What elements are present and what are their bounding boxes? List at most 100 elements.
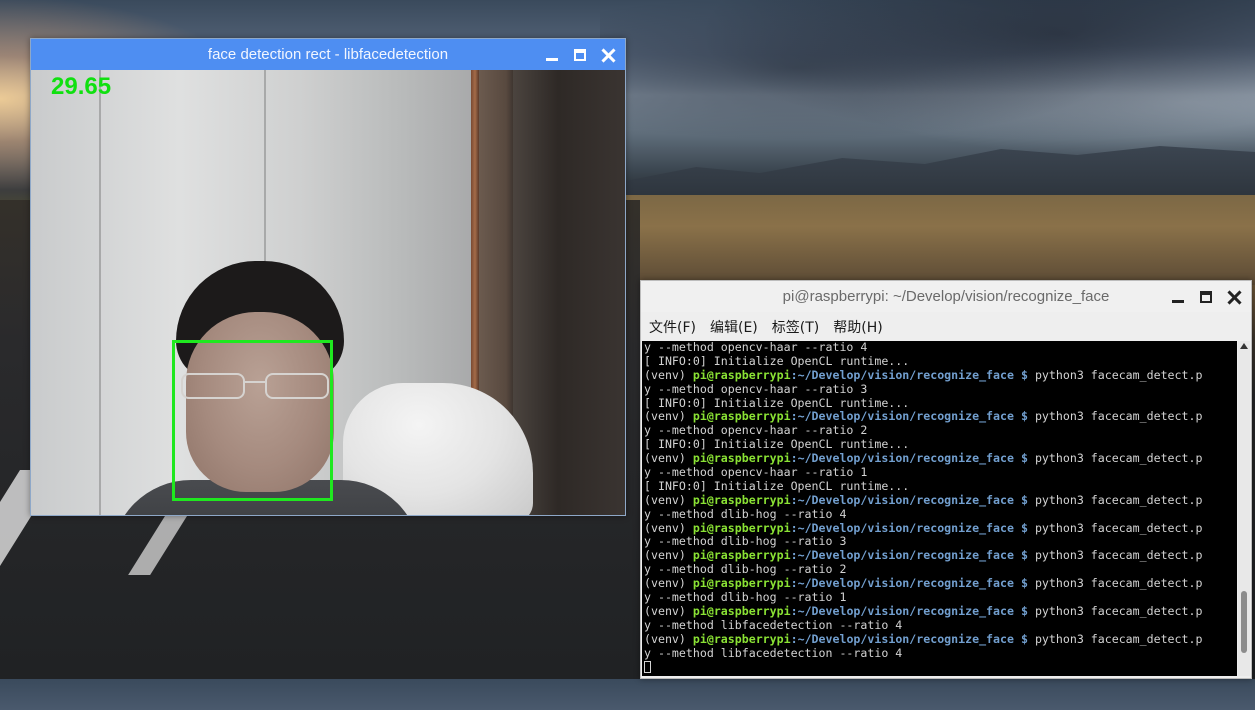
terminal-window-titlebar[interactable]: pi@raspberrypi: ~/Develop/vision/recogni… bbox=[641, 281, 1251, 312]
terminal-output[interactable]: y --method opencv-haar --ratio 4[ INFO:0… bbox=[642, 341, 1237, 676]
maximize-icon[interactable] bbox=[1197, 288, 1215, 306]
terminal-output-text: y --method opencv-haar --ratio 4 bbox=[644, 341, 868, 354]
prompt-venv: (venv) bbox=[644, 631, 693, 646]
terminal-output-text: y --method libfacedetection --ratio 4 bbox=[644, 645, 903, 660]
terminal-output-text: [ INFO:0] Initialize OpenCL runtime... bbox=[644, 478, 910, 493]
fps-counter: 29.65 bbox=[51, 73, 112, 100]
terminal-line: y --method dlib-hog --ratio 1 bbox=[644, 590, 1237, 605]
terminal-line: (venv) pi@raspberrypi:~/Develop/vision/r… bbox=[644, 631, 1237, 647]
prompt-user: pi@raspberrypi bbox=[692, 548, 791, 563]
close-icon[interactable] bbox=[1225, 288, 1243, 306]
prompt-path: ~/Develop/vision/recognize_face bbox=[797, 367, 1014, 382]
prompt-user: pi@raspberrypi bbox=[692, 576, 791, 591]
minimize-icon[interactable] bbox=[1169, 288, 1187, 306]
terminal-line: y --method libfacedetection --ratio 4 bbox=[644, 645, 1237, 661]
terminal-line: [ INFO:0] Initialize OpenCL runtime... bbox=[644, 353, 1237, 369]
wallpaper-clouds bbox=[600, 0, 1255, 170]
prompt-venv: (venv) bbox=[644, 367, 693, 382]
prompt-symbol: $ bbox=[1013, 409, 1035, 424]
terminal-line: (venv) pi@raspberrypi:~/Develop/vision/r… bbox=[644, 603, 1237, 619]
terminal-line: [ INFO:0] Initialize OpenCL runtime... bbox=[644, 395, 1237, 411]
camera-window[interactable]: face detection rect - libfacedetection 2… bbox=[30, 38, 626, 516]
terminal-line bbox=[644, 660, 1237, 674]
prompt-user: pi@raspberrypi bbox=[692, 451, 791, 466]
terminal-line: (venv) pi@raspberrypi:~/Develop/vision/r… bbox=[644, 548, 1237, 563]
camera-window-controls bbox=[543, 39, 617, 70]
scroll-up-icon[interactable] bbox=[1240, 343, 1248, 349]
terminal-line: (venv) pi@raspberrypi:~/Develop/vision/r… bbox=[644, 367, 1237, 383]
prompt-venv: (venv) bbox=[644, 409, 693, 424]
prompt-command: python3 facecam_detect.p bbox=[1034, 576, 1203, 591]
terminal-line: y --method opencv-haar --ratio 2 bbox=[644, 423, 1237, 438]
menu-help[interactable]: 帮助(H) bbox=[833, 317, 882, 337]
prompt-user: pi@raspberrypi bbox=[692, 492, 791, 507]
terminal-output-text: [ INFO:0] Initialize OpenCL runtime... bbox=[644, 353, 910, 368]
prompt-path: ~/Develop/vision/recognize_face bbox=[797, 548, 1014, 563]
prompt-user: pi@raspberrypi bbox=[692, 367, 791, 382]
terminal-line: (venv) pi@raspberrypi:~/Develop/vision/r… bbox=[644, 520, 1237, 536]
prompt-command: python3 facecam_detect.p bbox=[1034, 520, 1203, 535]
terminal-line: (venv) pi@raspberrypi:~/Develop/vision/r… bbox=[644, 576, 1237, 591]
terminal-line: y --method dlib-hog --ratio 3 bbox=[644, 535, 1237, 549]
prompt-symbol: $ bbox=[1013, 367, 1035, 382]
wall-seam bbox=[99, 70, 101, 515]
prompt-venv: (venv) bbox=[644, 576, 693, 591]
prompt-user: pi@raspberrypi bbox=[692, 520, 791, 535]
prompt-path: ~/Develop/vision/recognize_face bbox=[797, 576, 1014, 591]
prompt-symbol: $ bbox=[1013, 492, 1035, 507]
terminal-output-text: y --method opencv-haar --ratio 2 bbox=[644, 423, 868, 438]
camera-video-frame: 29.65 bbox=[31, 70, 625, 515]
prompt-venv: (venv) bbox=[644, 520, 693, 535]
prompt-path: ~/Develop/vision/recognize_face bbox=[797, 631, 1014, 646]
prompt-symbol: $ bbox=[1013, 520, 1035, 535]
terminal-line: (venv) pi@raspberrypi:~/Develop/vision/r… bbox=[644, 410, 1237, 424]
prompt-symbol: $ bbox=[1013, 603, 1035, 618]
prompt-venv: (venv) bbox=[644, 603, 693, 618]
prompt-command: python3 facecam_detect.p bbox=[1034, 451, 1203, 466]
terminal-window-title: pi@raspberrypi: ~/Develop/vision/recogni… bbox=[782, 288, 1110, 305]
terminal-window-controls bbox=[1169, 281, 1243, 312]
terminal-line: [ INFO:0] Initialize OpenCL runtime... bbox=[644, 437, 1237, 452]
prompt-colon: : bbox=[790, 492, 798, 507]
terminal-output-text: y --method libfacedetection --ratio 4 bbox=[644, 617, 903, 632]
terminal-line: (venv) pi@raspberrypi:~/Develop/vision/r… bbox=[644, 492, 1237, 508]
prompt-command: python3 facecam_detect.p bbox=[1034, 548, 1203, 563]
prompt-path: ~/Develop/vision/recognize_face bbox=[797, 409, 1014, 424]
terminal-scrollbar[interactable] bbox=[1238, 341, 1250, 676]
wallpaper-field bbox=[620, 195, 1255, 285]
menu-file[interactable]: 文件(F) bbox=[649, 317, 696, 337]
terminal-line: y --method opencv-haar --ratio 4 bbox=[644, 341, 1237, 355]
prompt-colon: : bbox=[790, 631, 798, 646]
maximize-icon[interactable] bbox=[571, 46, 589, 64]
prompt-user: pi@raspberrypi bbox=[692, 631, 791, 646]
terminal-output-text: y --method dlib-hog --ratio 2 bbox=[644, 562, 847, 577]
face-detection-rect bbox=[172, 340, 333, 501]
menu-tabs[interactable]: 标签(T) bbox=[772, 317, 819, 337]
terminal-window[interactable]: pi@raspberrypi: ~/Develop/vision/recogni… bbox=[640, 280, 1252, 679]
camera-window-title: face detection rect - libfacedetection bbox=[207, 46, 449, 63]
prompt-colon: : bbox=[790, 548, 798, 563]
terminal-output-text: [ INFO:0] Initialize OpenCL runtime... bbox=[644, 395, 910, 410]
prompt-colon: : bbox=[790, 367, 798, 382]
terminal-menubar: 文件(F) 编辑(E) 标签(T) 帮助(H) bbox=[641, 314, 1251, 340]
minimize-icon[interactable] bbox=[543, 46, 561, 64]
prompt-path: ~/Develop/vision/recognize_face bbox=[797, 520, 1014, 535]
terminal-output-text: y --method dlib-hog --ratio 3 bbox=[644, 534, 847, 549]
prompt-command: python3 facecam_detect.p bbox=[1034, 603, 1203, 618]
prompt-venv: (venv) bbox=[644, 548, 693, 563]
prompt-command: python3 facecam_detect.p bbox=[1034, 631, 1203, 646]
prompt-user: pi@raspberrypi bbox=[692, 409, 791, 424]
prompt-command: python3 facecam_detect.p bbox=[1034, 492, 1203, 507]
menu-edit[interactable]: 编辑(E) bbox=[710, 317, 758, 337]
prompt-symbol: $ bbox=[1013, 631, 1035, 646]
prompt-path: ~/Develop/vision/recognize_face bbox=[797, 492, 1014, 507]
close-icon[interactable] bbox=[599, 46, 617, 64]
camera-window-titlebar[interactable]: face detection rect - libfacedetection bbox=[31, 39, 625, 70]
prompt-colon: : bbox=[790, 576, 798, 591]
terminal-line: (venv) pi@raspberrypi:~/Develop/vision/r… bbox=[644, 451, 1237, 466]
terminal-output-text: y --method dlib-hog --ratio 4 bbox=[644, 506, 847, 521]
terminal-line: [ INFO:0] Initialize OpenCL runtime... bbox=[644, 478, 1237, 494]
terminal-line: y --method libfacedetection --ratio 4 bbox=[644, 617, 1237, 633]
prompt-venv: (venv) bbox=[644, 492, 693, 507]
scrollbar-thumb[interactable] bbox=[1241, 591, 1247, 653]
